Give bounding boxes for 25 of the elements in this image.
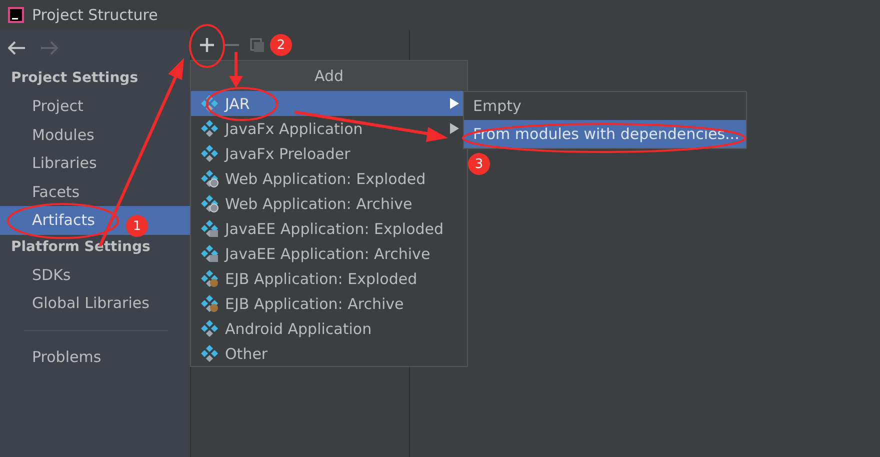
menu-item[interactable]: JavaEE Application: Archive: [191, 241, 467, 266]
menu-item[interactable]: EJB Application: Exploded: [191, 266, 467, 291]
section-header: Project Settings: [10, 69, 140, 88]
sidebar-item[interactable]: Libraries: [0, 149, 190, 178]
window-title: Project Structure: [32, 6, 158, 24]
sidebar-item[interactable]: Project: [0, 92, 190, 120]
menu-item[interactable]: Empty: [464, 92, 746, 120]
menu-item[interactable]: From modules with dependencies...: [464, 120, 746, 148]
menu-title: Add: [191, 61, 467, 91]
menu-item[interactable]: JavaFx Preloader: [191, 141, 467, 166]
menu-item[interactable]: Web Application: Archive: [191, 191, 467, 216]
sidebar-item[interactable]: Facets: [0, 178, 190, 206]
menu-item[interactable]: Other: [191, 341, 467, 366]
section-header: Platform Settings: [10, 238, 152, 256]
sidebar-item[interactable]: Modules: [0, 120, 190, 149]
sidebar-item[interactable]: Global Libraries: [0, 289, 190, 318]
menu-item[interactable]: JavaFx Application: [191, 116, 467, 141]
menu-item[interactable]: JavaEE Application: Exploded: [191, 216, 467, 241]
menu-item[interactable]: Android Application: [191, 316, 467, 341]
menu-item[interactable]: EJB Application: Archive: [191, 291, 467, 316]
sidebar-item[interactable]: SDKs: [0, 260, 190, 289]
sidebar-item[interactable]: Problems: [0, 342, 190, 371]
step-badge: 3: [468, 153, 490, 175]
step-badge: 2: [270, 34, 292, 56]
menu-item[interactable]: Web Application: Exploded: [191, 166, 467, 191]
